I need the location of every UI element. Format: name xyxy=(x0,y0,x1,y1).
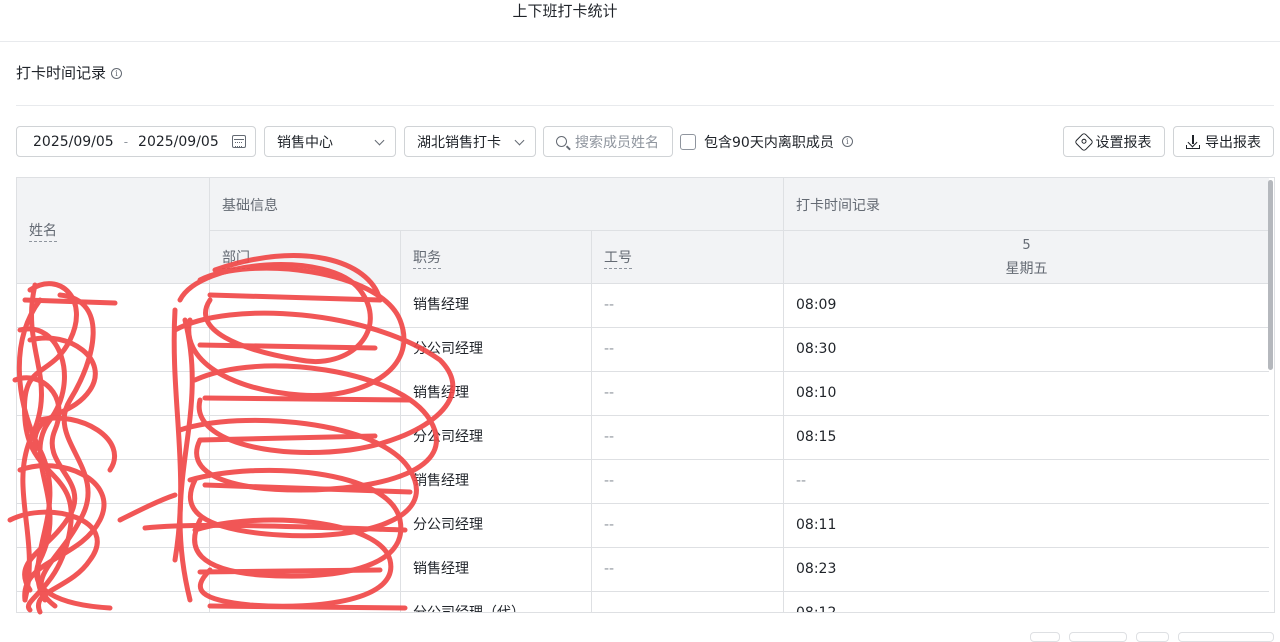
dept-cell xyxy=(210,372,401,416)
header-day-weekday: 星期五 xyxy=(1005,261,1048,277)
title-cell: 销售经理 xyxy=(401,548,592,592)
page-size-select[interactable] xyxy=(1178,632,1274,642)
name-cell xyxy=(17,372,210,416)
chevron-down-icon xyxy=(514,135,525,146)
chevron-down-icon xyxy=(374,135,385,146)
dept-cell xyxy=(210,284,401,328)
search-placeholder: 搜索成员姓名 xyxy=(575,134,659,151)
table-row[interactable]: 销售经理 -- 08:10 xyxy=(17,372,1269,416)
id-cell: -- xyxy=(592,504,784,548)
punch-table: 姓名 基础信息 打卡时间记录 部门 职务 工号 5 星期五 销售经理 -- 08… xyxy=(16,177,1275,613)
time-cell[interactable]: -- xyxy=(784,460,1269,504)
export-report-label: 导出报表 xyxy=(1205,134,1261,151)
id-cell: -- xyxy=(592,416,784,460)
name-cell xyxy=(17,284,210,328)
info-icon[interactable]: i xyxy=(111,67,123,79)
name-cell xyxy=(17,460,210,504)
pagination-prev[interactable] xyxy=(1030,632,1060,642)
name-cell xyxy=(17,548,210,592)
header-group-basic: 基础信息 xyxy=(210,178,784,231)
time-cell[interactable]: 08:12 xyxy=(784,592,1269,612)
time-cell[interactable]: 08:15 xyxy=(784,416,1269,460)
table-row[interactable]: 分公司经理（代） -- 08:12 xyxy=(17,592,1269,612)
title-cell: 分公司经理 xyxy=(401,328,592,372)
table-row[interactable]: 销售经理 -- 08:23 xyxy=(17,548,1269,592)
export-report-button[interactable]: 导出报表 xyxy=(1173,126,1274,157)
time-cell[interactable]: 08:11 xyxy=(784,504,1269,548)
header-day: 5 星期五 xyxy=(784,231,1269,284)
header-name: 姓名 xyxy=(17,178,210,284)
title-cell: 分公司经理 xyxy=(401,416,592,460)
id-cell: -- xyxy=(592,284,784,328)
rule-select[interactable]: 湖北销售打卡 xyxy=(404,126,536,157)
time-cell[interactable]: 08:30 xyxy=(784,328,1269,372)
name-cell xyxy=(17,504,210,548)
dept-cell xyxy=(210,548,401,592)
header-group-punch: 打卡时间记录 xyxy=(784,178,1269,231)
info-icon[interactable]: i xyxy=(841,136,853,147)
header-dept: 部门 xyxy=(210,231,401,284)
id-cell: -- xyxy=(592,592,784,612)
id-cell: -- xyxy=(592,548,784,592)
vertical-scrollbar[interactable] xyxy=(1268,180,1273,370)
id-cell: -- xyxy=(592,372,784,416)
table-row[interactable]: 分公司经理 -- 08:15 xyxy=(17,416,1269,460)
title-cell: 销售经理 xyxy=(401,284,592,328)
dept-cell xyxy=(210,592,401,612)
settings-report-button[interactable]: 设置报表 xyxy=(1063,126,1165,157)
include-resigned-option[interactable]: 包含90天内离职成员 i xyxy=(680,126,853,157)
pagination-page[interactable] xyxy=(1069,632,1127,642)
top-bar: 上下班打卡统计 xyxy=(0,0,1280,42)
divider xyxy=(16,105,1274,106)
dept-cell xyxy=(210,504,401,548)
date-start[interactable]: 2025/09/05 xyxy=(33,134,114,150)
id-cell: -- xyxy=(592,460,784,504)
title-cell: 分公司经理 xyxy=(401,504,592,548)
header-id-label[interactable]: 工号 xyxy=(604,247,632,269)
header-dept-label[interactable]: 部门 xyxy=(222,247,250,269)
header-name-label[interactable]: 姓名 xyxy=(29,220,57,242)
section-title-text: 打卡时间记录 xyxy=(16,64,107,82)
time-cell[interactable]: 08:10 xyxy=(784,372,1269,416)
department-select-value: 销售中心 xyxy=(277,134,333,151)
table-row[interactable]: 销售经理 -- -- xyxy=(17,460,1269,504)
id-cell: -- xyxy=(592,328,784,372)
table-row[interactable]: 销售经理 -- 08:09 xyxy=(17,284,1269,328)
table-row[interactable]: 分公司经理 -- 08:11 xyxy=(17,504,1269,548)
title-cell: 分公司经理（代） xyxy=(401,592,592,612)
name-cell xyxy=(17,328,210,372)
rule-select-value: 湖北销售打卡 xyxy=(417,134,501,151)
time-cell[interactable]: 08:23 xyxy=(784,548,1269,592)
search-icon xyxy=(556,136,567,147)
title-cell: 销售经理 xyxy=(401,372,592,416)
header-id: 工号 xyxy=(592,231,784,284)
member-search-input[interactable]: 搜索成员姓名 xyxy=(543,126,673,157)
header-title: 职务 xyxy=(401,231,592,284)
calendar-icon[interactable] xyxy=(232,135,246,148)
dept-cell xyxy=(210,416,401,460)
date-end[interactable]: 2025/09/05 xyxy=(138,134,219,150)
section-title: 打卡时间记录 i xyxy=(16,62,123,84)
department-select[interactable]: 销售中心 xyxy=(264,126,396,157)
header-title-label[interactable]: 职务 xyxy=(413,247,441,269)
name-cell xyxy=(17,592,210,612)
dept-cell xyxy=(210,328,401,372)
date-separator: - xyxy=(123,134,129,149)
dept-cell xyxy=(210,460,401,504)
header-day-number: 5 xyxy=(1022,238,1031,253)
settings-report-label: 设置报表 xyxy=(1095,134,1152,151)
include-resigned-label: 包含90天内离职成员 xyxy=(704,134,834,151)
download-icon xyxy=(1186,134,1200,149)
pagination-next[interactable] xyxy=(1136,632,1169,642)
name-cell xyxy=(17,416,210,460)
table-row[interactable]: 分公司经理 -- 08:30 xyxy=(17,328,1269,372)
header-group-punch-label: 打卡时间记录 xyxy=(796,198,880,214)
settings-icon xyxy=(1073,131,1094,152)
date-range-picker[interactable]: 2025/09/05 - 2025/09/05 xyxy=(16,126,256,157)
header-group-basic-label: 基础信息 xyxy=(222,198,278,214)
title-cell: 销售经理 xyxy=(401,460,592,504)
time-cell[interactable]: 08:09 xyxy=(784,284,1269,328)
page-title: 上下班打卡统计 xyxy=(512,2,618,20)
include-resigned-checkbox[interactable] xyxy=(680,133,696,150)
